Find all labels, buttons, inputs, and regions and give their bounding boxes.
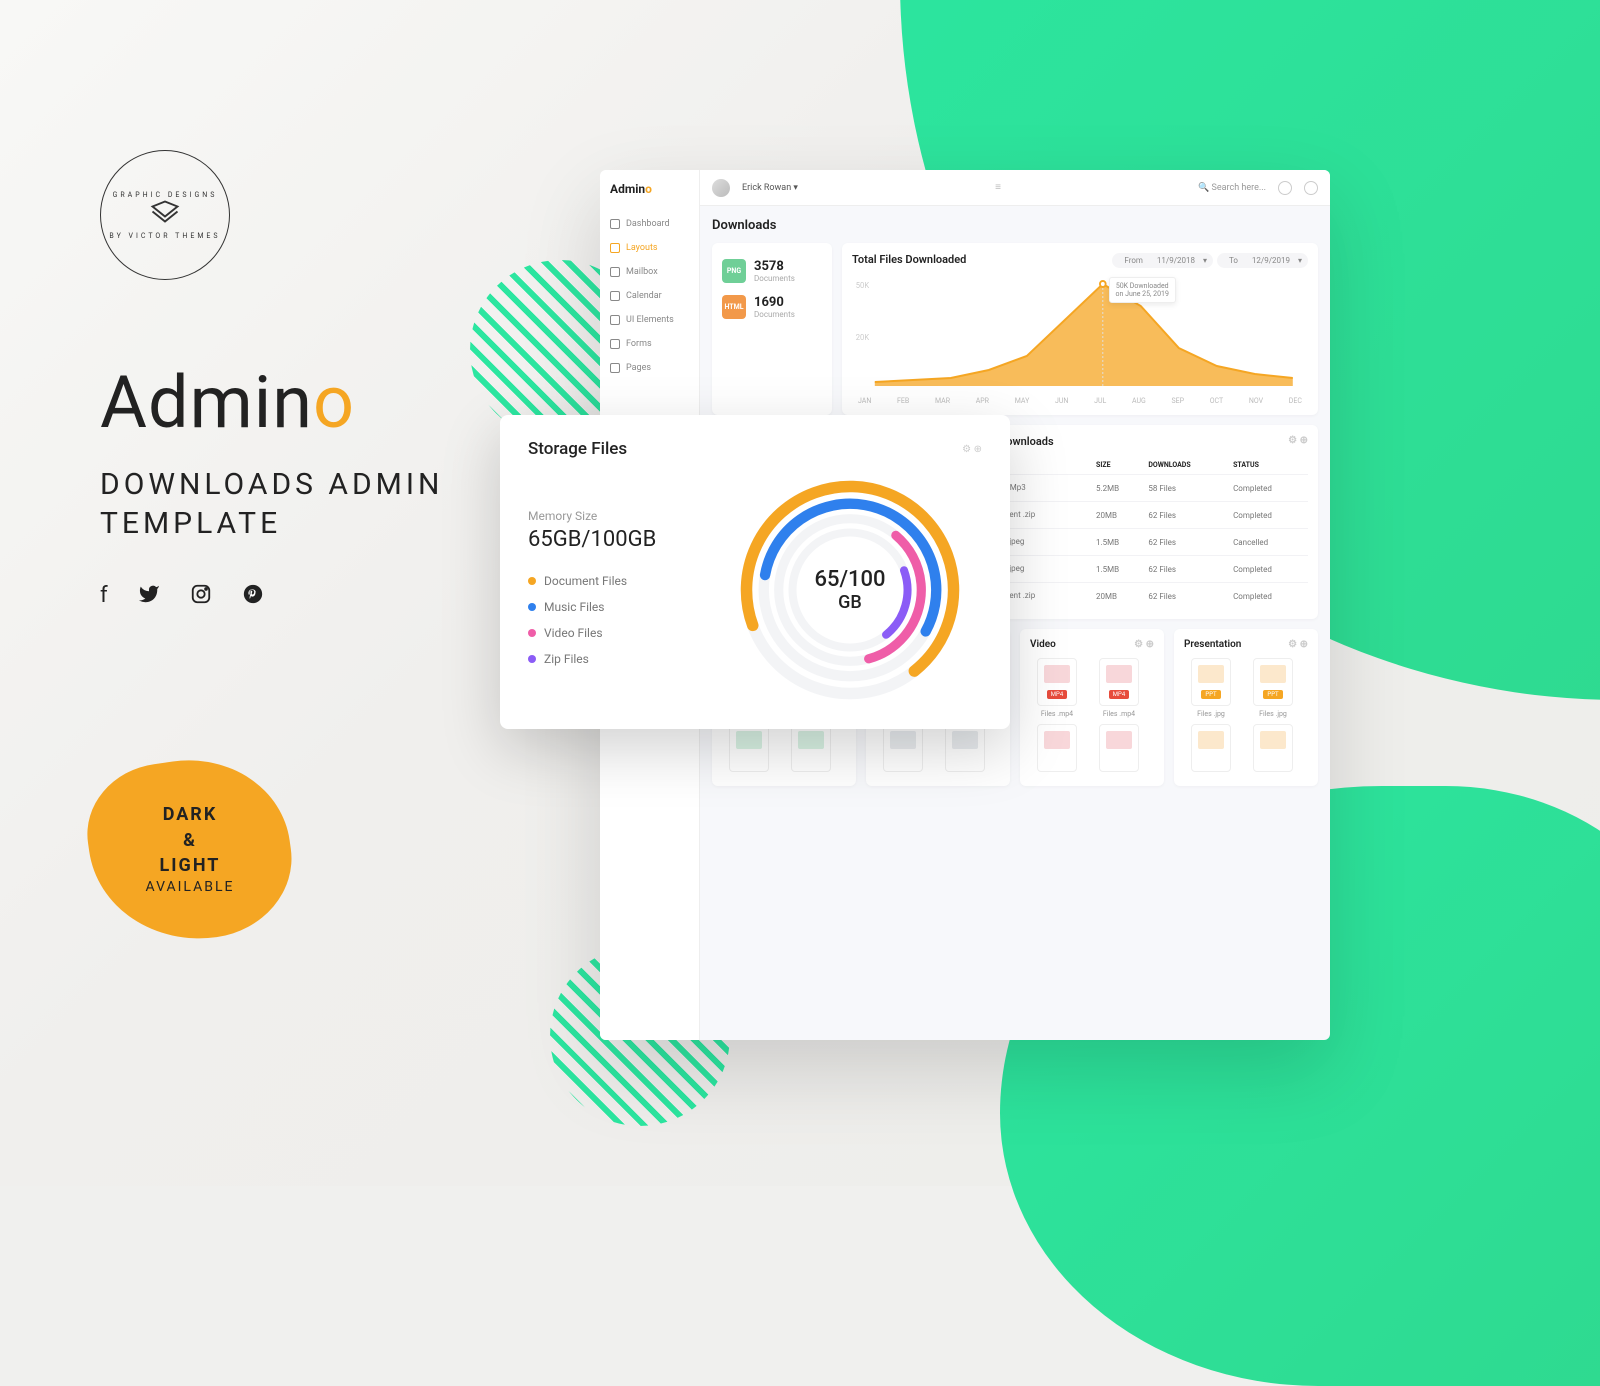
sidebar-item-ui-elements[interactable]: UI Elements (600, 308, 699, 332)
area-chart: 50K 20K (852, 270, 1308, 390)
nav-icon (610, 315, 620, 325)
gear-icon[interactable]: ⚙ ⊕ (1134, 639, 1154, 650)
sidebar-item-layouts[interactable]: Layouts (600, 236, 699, 260)
table-row[interactable]: Document .zip20MB62 FilesCompleted (962, 583, 1308, 610)
settings-icon[interactable] (1304, 181, 1318, 195)
sidebar-item-dashboard[interactable]: Dashboard (600, 212, 699, 236)
nav-icon (610, 219, 620, 229)
legend-item: Music Files (528, 594, 698, 620)
legend-item: Zip Files (528, 646, 698, 672)
file-item[interactable]: PPTFiles .jpg (1184, 658, 1238, 718)
nav-icon (610, 243, 620, 253)
chart-card: Total Files Downloaded From 11/9/2018 ▾ … (842, 243, 1318, 415)
legend-item: Document Files (528, 568, 698, 594)
storage-ring-chart: 65/100 GB (718, 475, 982, 705)
designer-badge: GRAPHIC DESIGNS BY VICTOR THEMES (100, 150, 230, 280)
instagram-icon[interactable] (190, 583, 212, 611)
sidebar-item-calendar[interactable]: Calendar (600, 284, 699, 308)
table-row[interactable]: Photo .jpeg1.5MB62 FilesCancelled (962, 529, 1308, 556)
file-group-video: Video⚙ ⊕MP4Files .mp4MP4Files .mp4 (1020, 629, 1164, 786)
date-range[interactable]: From 11/9/2018 ▾ To 12/9/2019 ▾ (1112, 253, 1308, 268)
file-item[interactable] (938, 724, 992, 776)
svg-text:20K: 20K (856, 333, 869, 342)
file-item[interactable]: MP4Files .mp4 (1030, 658, 1084, 718)
storage-files-card: Storage Files ⚙ ⊕ Memory Size 65GB/100GB… (500, 415, 1010, 729)
twitter-icon[interactable] (138, 583, 160, 611)
file-item[interactable]: PPTFiles .jpg (1246, 658, 1300, 718)
brand-logo: Admino (600, 170, 699, 208)
recent-table: FILE NAMESIZEDOWNLOADSSTATUS Music .Mp35… (962, 456, 1308, 609)
file-group-presentation: Presentation⚙ ⊕PPTFiles .jpgPPTFiles .jp… (1174, 629, 1318, 786)
table-row[interactable]: Document .zip20MB62 FilesCompleted (962, 502, 1308, 529)
file-item[interactable] (1246, 724, 1300, 776)
facebook-icon[interactable]: f (100, 583, 108, 611)
search-input[interactable]: 🔍 Search here... (1198, 183, 1266, 193)
stat-card: PNG3578DocumentsHTML1690Documents (712, 243, 832, 415)
gear-icon[interactable]: ⚙ (962, 444, 971, 455)
file-item[interactable] (1184, 724, 1238, 776)
menu-toggle-icon[interactable]: ≡ (995, 182, 1001, 193)
promo-logo: Admino (100, 360, 443, 445)
user-menu[interactable]: Erick Rowan ▾ (742, 183, 798, 193)
file-item[interactable] (722, 724, 776, 776)
table-row[interactable]: Photo .jpeg1.5MB62 FilesCompleted (962, 556, 1308, 583)
nav-icon (610, 291, 620, 301)
file-item[interactable] (784, 724, 838, 776)
file-type-icon: PNG (722, 259, 746, 283)
svg-text:50K: 50K (856, 281, 869, 290)
file-type-icon: HTML (722, 295, 746, 319)
sidebar-item-pages[interactable]: Pages (600, 356, 699, 380)
file-item[interactable] (1092, 724, 1146, 776)
file-item[interactable]: MP4Files .mp4 (1092, 658, 1146, 718)
sidebar-item-forms[interactable]: Forms (600, 332, 699, 356)
gear-icon[interactable]: ⚙ ⊕ (1288, 639, 1308, 650)
gear-icon[interactable]: ⚙ ⊕ (1288, 435, 1308, 448)
file-item[interactable] (876, 724, 930, 776)
chart-tooltip: 50K Downloaded on June 25, 2019 (1109, 277, 1176, 303)
promo-subtitle: DOWNLOADS ADMIN TEMPLATE (100, 465, 443, 543)
add-icon[interactable]: ⊕ (974, 444, 982, 455)
sidebar-item-mailbox[interactable]: Mailbox (600, 260, 699, 284)
nav-icon (610, 267, 620, 277)
chevron-down-icon: ▾ (793, 183, 798, 193)
file-item[interactable] (1030, 724, 1084, 776)
legend-item: Video Files (528, 620, 698, 646)
page-title: Downloads (712, 218, 1318, 233)
notification-icon[interactable] (1278, 181, 1292, 195)
table-row[interactable]: Music .Mp35.2MB58 FilesCompleted (962, 475, 1308, 502)
avatar[interactable] (712, 179, 730, 197)
dark-light-badge: DARK & LIGHT AVAILABLE (90, 760, 290, 940)
topbar: Erick Rowan ▾ ≡ 🔍 Search here... (700, 170, 1330, 206)
nav-icon (610, 339, 620, 349)
nav-icon (610, 363, 620, 373)
pinterest-icon[interactable] (242, 583, 264, 611)
